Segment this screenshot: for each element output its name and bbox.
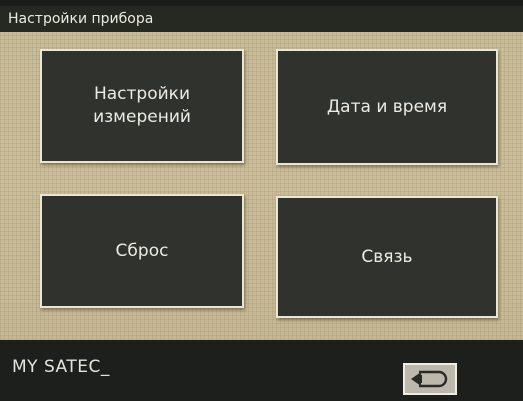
reset-button[interactable]: Сброс [40,194,244,308]
device-name: MY SATEC_ [12,357,110,377]
communication-label: Связь [361,246,413,267]
return-arrow-icon [411,370,448,388]
date-time-label: Дата и время [326,96,448,117]
measurement-settings-label: Настройки измерений [93,83,191,129]
menu-panel: Настройки измерений Дата и время Сброс С… [0,32,523,340]
measurement-settings-button[interactable]: Настройки измерений [40,49,244,163]
date-time-button[interactable]: Дата и время [276,49,498,165]
measurement-settings-label-line1: Настройки [93,84,190,104]
measurement-settings-label-line2: измерений [93,107,191,127]
page-title: Настройки прибора [8,11,154,27]
device-screen: Настройки прибора Настройки измерений Да… [0,0,523,401]
reset-label: Сброс [115,240,169,261]
back-button[interactable] [403,363,457,395]
communication-button[interactable]: Связь [276,196,498,318]
